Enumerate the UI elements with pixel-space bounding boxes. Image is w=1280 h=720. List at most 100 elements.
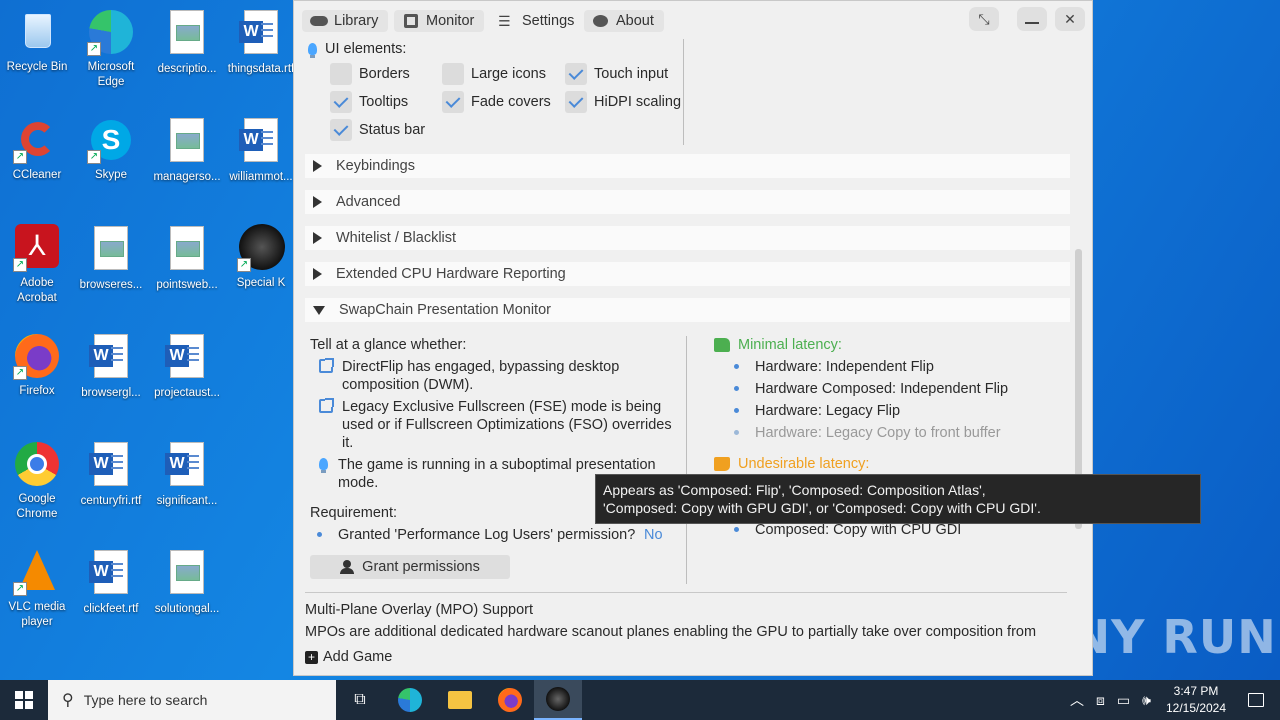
desktop-icon-adobe-acrobat[interactable]: ⅄ ↗ Adobe Acrobat [0, 224, 74, 306]
expand-arrow-icon [313, 196, 322, 208]
add-game-button[interactable]: + Add Game [305, 649, 392, 665]
checkbox-hidpi-scaling[interactable]: HiDPI scaling [565, 91, 681, 113]
checkbox-large-icons[interactable]: Large icons [442, 63, 546, 85]
shortcut-arrow-icon: ↗ [13, 150, 27, 164]
checkbox-box[interactable] [565, 63, 587, 85]
desktop-icon-williammot[interactable]: W williammot... [224, 116, 298, 185]
search-box[interactable]: ⚲ Type here to search [48, 680, 336, 720]
column-divider [683, 39, 684, 145]
external-link-icon[interactable] [319, 398, 334, 413]
mpo-description: MPOs are additional dedicated hardware s… [305, 624, 1037, 640]
desktop-icon-pointsweb[interactable]: pointsweb... [150, 224, 224, 293]
checkbox-box[interactable] [442, 63, 464, 85]
taskbar: ⚲ Type here to search ⧉ ︿ ⧈ ▭ 🕪 3:47 PM … [0, 680, 1280, 720]
start-button[interactable] [0, 680, 48, 720]
taskbar-firefox[interactable] [486, 680, 534, 720]
word-doc-icon: W [87, 334, 135, 382]
word-doc-icon: W [237, 118, 285, 166]
desktop-icon-google-chrome[interactable]: Google Chrome [0, 440, 74, 522]
comment-icon [592, 14, 610, 28]
section-keybindings[interactable]: Keybindings [305, 154, 1070, 178]
checkbox-box[interactable] [330, 63, 352, 85]
image-file-icon [163, 226, 211, 274]
chevron-up-icon[interactable]: ︿ [1070, 690, 1084, 710]
chip-icon [402, 14, 420, 28]
tab-monitor[interactable]: Monitor [394, 10, 485, 32]
desktop-icon-special-k[interactable]: ↗ Special K [224, 224, 298, 291]
glance-item-fse: Legacy Exclusive Fullscreen (FSE) mode i… [342, 399, 672, 451]
checkbox-box[interactable] [330, 119, 352, 141]
desktop-icon-clickfeet[interactable]: W clickfeet.rtf [74, 548, 148, 617]
close-icon: ✕ [1064, 10, 1076, 27]
clock[interactable]: 3:47 PM 12/15/2024 [1160, 683, 1232, 717]
task-view-button[interactable]: ⧉ [336, 680, 384, 720]
checkbox-box[interactable] [565, 91, 587, 113]
thumbs-down-icon [714, 457, 730, 471]
close-button[interactable]: ✕ [1055, 7, 1085, 31]
desktop-icon-skype[interactable]: S ↗ Skype [74, 116, 148, 183]
special-k-icon [546, 687, 570, 711]
tab-about[interactable]: About [584, 10, 664, 32]
ui-elements-header: UI elements: [308, 41, 406, 58]
skype-icon: S ↗ [87, 116, 135, 164]
desktop-icon-significant[interactable]: W significant... [150, 440, 224, 509]
plus-square-icon: + [305, 650, 318, 664]
checkbox-touch-input[interactable]: Touch input [565, 63, 668, 85]
latency-item: Hardware: Legacy Flip [755, 403, 901, 419]
shortcut-arrow-icon: ↗ [13, 258, 27, 272]
collapse-button[interactable]: ⤡ [969, 7, 999, 31]
edge-icon [398, 688, 422, 712]
desktop-icon-thingsdata[interactable]: W thingsdata.rtf [224, 8, 298, 77]
shortcut-arrow-icon: ↗ [87, 42, 101, 56]
image-file-icon [163, 118, 211, 166]
desktop-icon-browsergl[interactable]: W browsergl... [74, 332, 148, 401]
image-file-icon [163, 10, 211, 58]
taskbar-file-explorer[interactable] [436, 680, 484, 720]
vlc-icon: ↗ [13, 548, 61, 596]
desktop-icon-projectaust[interactable]: W projectaust... [150, 332, 224, 401]
notification-icon [1248, 693, 1264, 707]
undesirable-latency-title: Undesirable latency: [738, 456, 870, 472]
grant-permissions-button[interactable]: Grant permissions [310, 555, 510, 579]
volume-icon[interactable]: 🕪 [1142, 692, 1151, 709]
ethernet-icon[interactable]: ▭ [1117, 692, 1130, 709]
checkbox-tooltips[interactable]: Tooltips [330, 91, 408, 113]
divider [305, 592, 1067, 593]
minimize-icon [1025, 22, 1039, 24]
shortcut-arrow-icon: ↗ [237, 258, 251, 272]
checkbox-box[interactable] [442, 91, 464, 113]
tab-settings[interactable]: ☰ Settings [490, 10, 584, 32]
taskbar-special-k[interactable] [534, 680, 582, 720]
checkbox-status-bar[interactable]: Status bar [330, 119, 425, 141]
desktop-icon-managerso[interactable]: managerso... [150, 116, 224, 185]
desktop-icon-firefox[interactable]: ↗ Firefox [0, 332, 74, 399]
section-extended-cpu[interactable]: Extended CPU Hardware Reporting [305, 262, 1070, 286]
checkbox-box[interactable] [330, 91, 352, 113]
bullet [317, 532, 322, 537]
section-swapchain-monitor[interactable]: SwapChain Presentation Monitor [305, 298, 1070, 322]
desktop-icon-descriptio[interactable]: descriptio... [150, 8, 224, 77]
desktop-icon-centuryfri[interactable]: W centuryfri.rtf [74, 440, 148, 509]
desktop-icon-browseres[interactable]: browseres... [74, 224, 148, 293]
lightbulb-icon [319, 458, 328, 473]
network-icon[interactable]: ⧈ [1096, 692, 1105, 709]
desktop-icon-microsoft-edge[interactable]: ↗ Microsoft Edge [74, 8, 148, 90]
tab-library[interactable]: Library [302, 10, 389, 32]
desktop-icon-solutiongal[interactable]: solutiongal... [150, 548, 224, 617]
desktop-icon-vlc[interactable]: ↗ VLC media player [0, 548, 74, 630]
checkbox-borders[interactable]: Borders [330, 63, 410, 85]
minimize-button[interactable] [1017, 7, 1047, 31]
word-doc-icon: W [87, 550, 135, 598]
section-advanced[interactable]: Advanced [305, 190, 1070, 214]
external-link-icon[interactable] [319, 358, 334, 373]
checkbox-fade-covers[interactable]: Fade covers [442, 91, 551, 113]
expand-arrow-icon [313, 268, 322, 280]
taskbar-edge[interactable] [386, 680, 434, 720]
section-whitelist-blacklist[interactable]: Whitelist / Blacklist [305, 226, 1070, 250]
thumbs-up-icon [714, 338, 730, 352]
windows-icon [15, 691, 33, 709]
desktop-icon-ccleaner[interactable]: ↗ CCleaner [0, 116, 74, 183]
desktop-icon-recycle-bin[interactable]: Recycle Bin [0, 8, 74, 75]
shortcut-arrow-icon: ↗ [13, 366, 27, 380]
notifications-button[interactable] [1232, 680, 1280, 720]
